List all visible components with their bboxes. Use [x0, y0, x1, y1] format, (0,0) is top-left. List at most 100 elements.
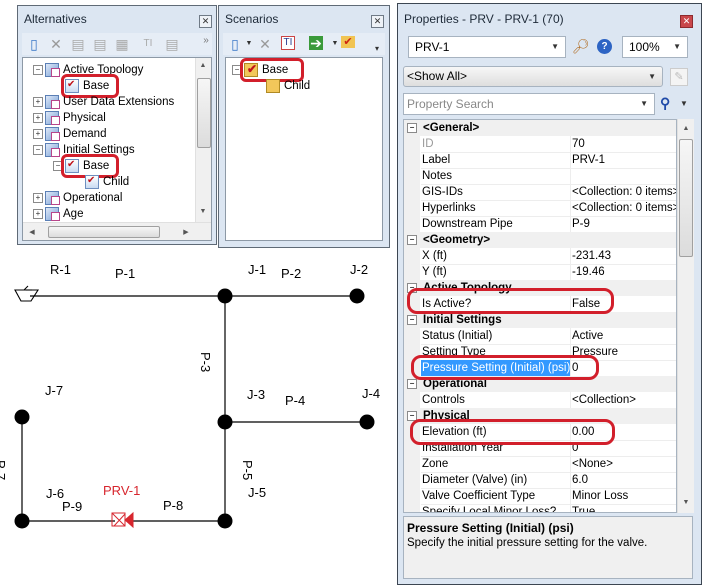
scrollbar-thumb[interactable] [48, 226, 160, 238]
property-category[interactable]: − <General> [404, 120, 676, 136]
network-canvas[interactable] [0, 250, 396, 587]
junction-j1 [217, 288, 233, 304]
close-alternatives-button[interactable]: ✕ [199, 15, 212, 28]
expand-icon[interactable]: + [33, 113, 43, 123]
tree-item[interactable]: + Physical [23, 110, 193, 126]
new-icon[interactable]: ▯ [26, 36, 42, 52]
more-icon[interactable]: » [198, 33, 214, 49]
merge-icon[interactable]: ▤ [92, 36, 108, 52]
tree-item[interactable]: + Age [23, 206, 193, 222]
tree-item[interactable]: Child [226, 78, 382, 94]
label-p5: P-5 [240, 460, 255, 481]
element-select[interactable]: PRV-1 ▼ [408, 36, 566, 58]
scroll-up-arrow-icon[interactable]: ▲ [679, 125, 693, 132]
collapse-icon[interactable]: − [407, 235, 417, 245]
property-row[interactable]: Zone <None> [404, 456, 676, 473]
property-row[interactable]: Hyperlinks <Collection: 0 items> [404, 200, 676, 217]
collapse-icon[interactable]: − [407, 379, 417, 389]
filter-select[interactable]: <Show All> ▼ [403, 66, 663, 87]
property-row[interactable]: Diameter (Valve) (in) 6.0 [404, 472, 676, 489]
row-gutter [404, 248, 420, 264]
property-value[interactable]: 70 [570, 136, 676, 153]
property-value[interactable]: Minor Loss [570, 488, 676, 505]
compute-icon[interactable]: ➔ [309, 36, 323, 50]
property-search-input[interactable]: Property Search ▼ [403, 93, 655, 115]
help-icon[interactable]: ? [597, 39, 612, 54]
scroll-right-arrow-icon[interactable]: ▶ [179, 228, 193, 236]
overflow-icon[interactable]: ▾ [369, 41, 385, 57]
property-row[interactable]: GIS-IDs <Collection: 0 items> [404, 184, 676, 201]
close-properties-button[interactable]: ✕ [680, 15, 693, 28]
property-category[interactable]: − Initial Settings [404, 312, 676, 328]
tree-item[interactable]: + Operational [23, 190, 193, 206]
property-value[interactable]: <None> [570, 456, 676, 473]
label-p2: P-2 [281, 266, 302, 281]
chevron-down-icon: ▼ [648, 72, 656, 81]
property-value[interactable]: <Collection: 0 items> [570, 184, 676, 201]
property-value[interactable]: <Collection> [570, 392, 676, 409]
scrollbar-thumb[interactable] [197, 78, 211, 148]
property-value[interactable]: <Collection: 0 items> [570, 200, 676, 217]
scrollbar-thumb[interactable] [679, 139, 693, 257]
property-row[interactable]: ID 70 [404, 136, 676, 153]
scroll-down-arrow-icon[interactable]: ▼ [679, 499, 693, 506]
delete-icon[interactable]: ✕ [257, 36, 273, 52]
tree-item[interactable]: ✔ Child [23, 174, 193, 190]
expand-icon[interactable]: + [33, 193, 43, 203]
property-row[interactable]: Downstream Pipe P-9 [404, 216, 676, 233]
prv-valve-icon [111, 511, 134, 529]
property-value[interactable]: PRV-1 [570, 152, 676, 169]
close-scenarios-button[interactable]: ✕ [371, 15, 384, 28]
dropdown-arrow-icon[interactable]: ▼ [241, 36, 257, 52]
property-name: GIS-IDs [421, 184, 571, 201]
rename-icon[interactable]: TI [140, 36, 156, 52]
property-row[interactable]: Notes [404, 168, 676, 185]
property-category[interactable]: − <Geometry> [404, 232, 676, 248]
property-row[interactable]: Y (ft) -19.46 [404, 264, 676, 281]
property-value[interactable]: True [570, 504, 676, 512]
collapse-icon[interactable]: − [407, 315, 417, 325]
property-row[interactable]: Valve Coefficient Type Minor Loss [404, 488, 676, 505]
delete-icon[interactable]: ✕ [48, 36, 64, 52]
search-icon[interactable]: ⚲ [660, 95, 676, 113]
search-options-arrow-icon[interactable]: ▼ [680, 99, 688, 108]
property-value[interactable]: -19.46 [570, 264, 676, 281]
property-row[interactable]: Status (Initial) Active [404, 328, 676, 345]
zoom-select[interactable]: 100% ▼ [622, 36, 688, 58]
alternatives-horizontal-scrollbar[interactable]: ◀ ▶ [23, 222, 211, 240]
alternative-folder-icon [45, 95, 60, 109]
property-grid-scrollbar[interactable]: ▲ ▼ [677, 119, 694, 513]
property-row[interactable]: Specify Local Minor Loss? True [404, 504, 676, 512]
label-p8: P-8 [163, 498, 184, 513]
label-p9: P-9 [62, 499, 83, 514]
find-element-icon[interactable]: 🔎︎ [572, 38, 590, 56]
property-value[interactable] [570, 168, 676, 185]
expand-icon[interactable]: + [33, 209, 43, 219]
scroll-down-arrow-icon[interactable]: ▼ [196, 208, 210, 215]
alternatives-vertical-scrollbar[interactable]: ▲ ▼ [195, 58, 211, 222]
property-value[interactable]: -231.43 [570, 248, 676, 265]
scroll-up-arrow-icon[interactable]: ▲ [196, 62, 210, 69]
property-value[interactable]: Active [570, 328, 676, 345]
compare-icon[interactable]: ▦ [114, 36, 130, 52]
scroll-left-arrow-icon[interactable]: ◀ [25, 228, 39, 236]
property-row[interactable]: Label PRV-1 [404, 152, 676, 169]
property-value[interactable]: 6.0 [570, 472, 676, 489]
tree-item[interactable]: + User Data Extensions [23, 94, 193, 110]
tree-item[interactable]: + Demand [23, 126, 193, 142]
collapse-icon[interactable]: − [33, 65, 43, 75]
expand-icon[interactable]: + [33, 129, 43, 139]
property-row[interactable]: X (ft) -231.43 [404, 248, 676, 265]
report-icon[interactable]: ▤ [164, 36, 180, 52]
property-row[interactable]: Controls <Collection> [404, 392, 676, 409]
collapse-icon[interactable]: − [33, 145, 43, 155]
edit-filter-icon[interactable]: ✎ [670, 68, 688, 86]
rename-icon[interactable]: TI [281, 36, 295, 50]
collapse-icon[interactable]: − [407, 123, 417, 133]
highlight-elevation [410, 419, 615, 445]
copy-icon[interactable]: ▤ [70, 36, 86, 52]
property-value[interactable]: P-9 [570, 216, 676, 233]
row-gutter [404, 328, 420, 344]
expand-icon[interactable]: + [33, 97, 43, 107]
make-current-icon[interactable]: ✔ [341, 36, 355, 48]
